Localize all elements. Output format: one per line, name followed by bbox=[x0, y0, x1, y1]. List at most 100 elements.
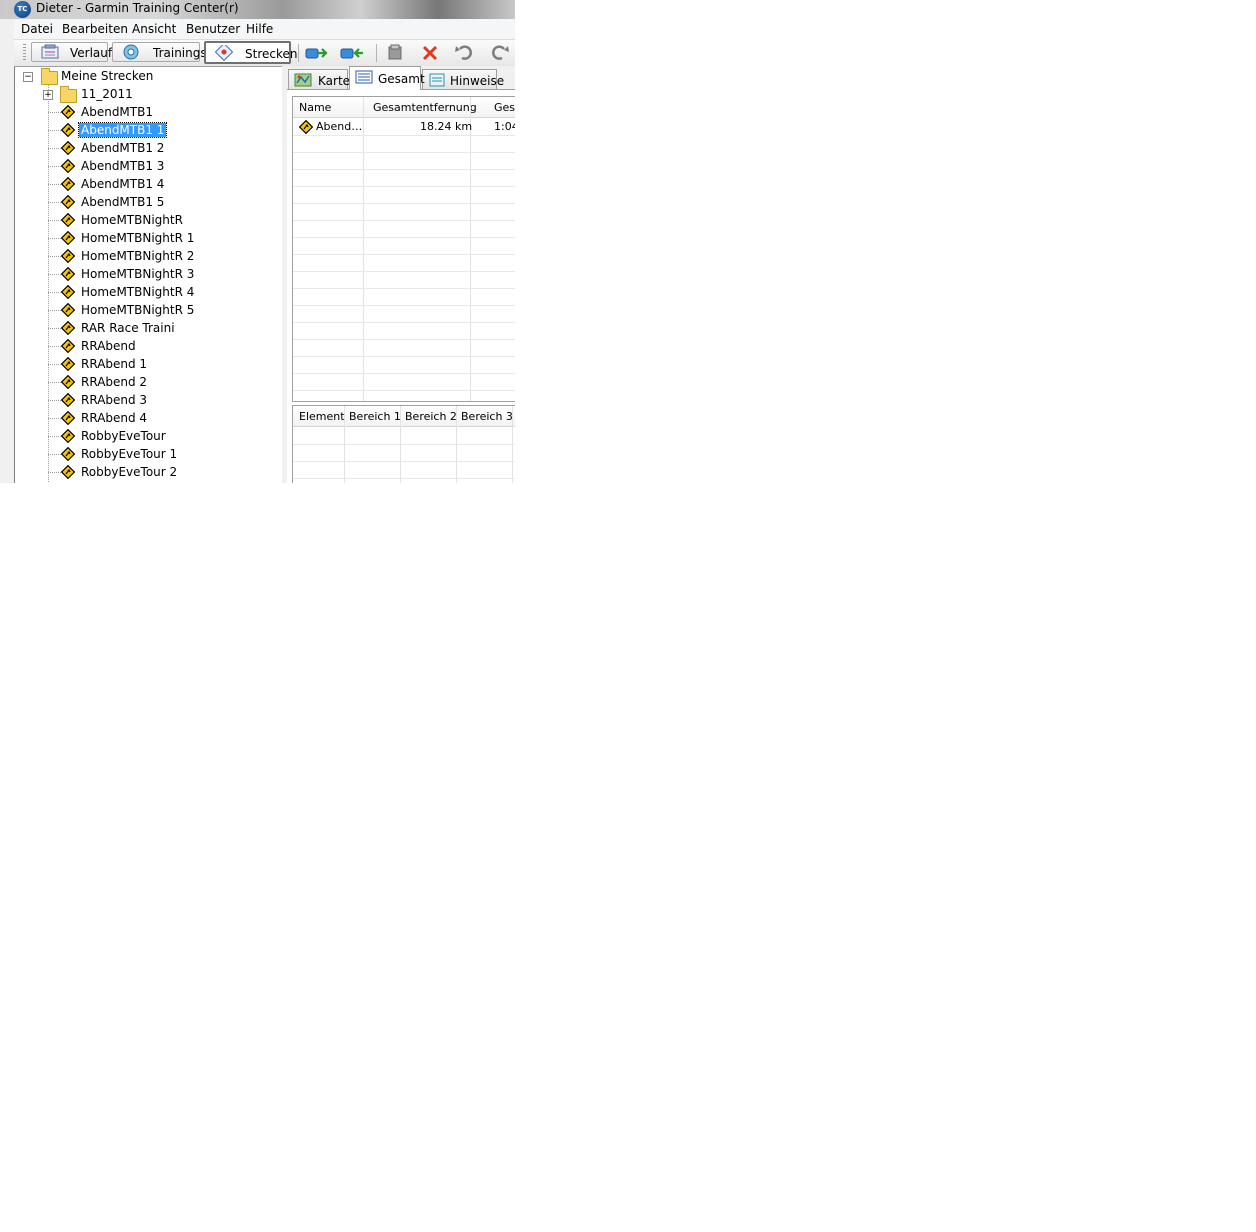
course-icon bbox=[61, 231, 75, 245]
expand-icon[interactable]: + bbox=[43, 90, 53, 100]
tab-content: Name Gesamtentfernung Gesa Abend… 18.24 … bbox=[287, 89, 515, 483]
tree-course-label: RobbyEveTour 1 bbox=[81, 447, 178, 461]
verlauf-button[interactable]: Verlauf bbox=[31, 42, 112, 62]
tree-connector bbox=[48, 220, 62, 221]
tree-course-row[interactable]: RRAbend bbox=[15, 337, 283, 355]
summary-row[interactable]: Abend… 18.24 km 1:04 bbox=[293, 118, 515, 135]
menu-bearbeiten[interactable]: Bearbeiten bbox=[62, 22, 128, 36]
tree-connector bbox=[48, 436, 62, 437]
tree-course-label: AbendMTB1 bbox=[81, 105, 153, 119]
trainings-button[interactable]: Trainings bbox=[112, 42, 207, 62]
tree-course-row[interactable]: AbendMTB1 5 bbox=[15, 193, 283, 211]
tree-course-label: HomeMTBNightR 1 bbox=[81, 231, 195, 245]
tree-connector bbox=[48, 328, 62, 329]
tree-course-row[interactable]: AbendMTB1 2 bbox=[15, 139, 283, 157]
course-icon bbox=[299, 120, 313, 134]
delete-icon[interactable] bbox=[416, 43, 444, 63]
tree-course-row[interactable]: AbendMTB1 4 bbox=[15, 175, 283, 193]
tree-course-row[interactable]: RRAbend 2 bbox=[15, 373, 283, 391]
tree-course-row[interactable]: AbendMTB1 bbox=[15, 103, 283, 121]
print-icon[interactable] bbox=[381, 43, 409, 63]
tab-hinweise[interactable]: Hinweise bbox=[422, 69, 504, 89]
tree-course-label: RRAbend bbox=[81, 339, 136, 353]
menu-hilfe[interactable]: Hilfe bbox=[246, 22, 273, 36]
column-header-name[interactable]: Name bbox=[299, 101, 331, 114]
course-icon bbox=[61, 159, 75, 173]
tree-course-row[interactable]: AbendMTB1 3 bbox=[15, 157, 283, 175]
app-logo-icon: TC bbox=[14, 1, 31, 18]
tree-root-label: Meine Strecken bbox=[61, 69, 154, 83]
tree-course-row[interactable]: HomeMTBNightR 5 bbox=[15, 301, 283, 319]
summary-table[interactable]: Name Gesamtentfernung Gesa Abend… 18.24 … bbox=[292, 96, 515, 402]
column-header-bereich-2[interactable]: Bereich 2 bbox=[405, 410, 457, 423]
tree-course-row[interactable]: RRAbend 4 bbox=[15, 409, 283, 427]
menu-benutzer[interactable]: Benutzer bbox=[186, 22, 240, 36]
tree-connector bbox=[48, 472, 62, 473]
history-icon bbox=[41, 44, 59, 59]
column-header-element[interactable]: Element bbox=[299, 410, 345, 423]
tab-gesamt-label: Gesamt bbox=[378, 72, 425, 86]
table-row-line bbox=[293, 169, 515, 170]
trainings-label: Trainings bbox=[153, 46, 207, 60]
laps-table[interactable]: Element Bereich 1 Bereich 2 Bereich 3 bbox=[292, 405, 515, 483]
receive-from-device-icon[interactable] bbox=[339, 43, 367, 63]
title-bar[interactable]: TC Dieter - Garmin Training Center(r) bbox=[0, 0, 515, 19]
tree-course-label: HomeMTBNightR 3 bbox=[81, 267, 195, 281]
tree-course-row[interactable]: RobbyEveTour 1 bbox=[15, 445, 283, 463]
course-icon bbox=[61, 285, 75, 299]
course-icon bbox=[61, 447, 75, 461]
table-row-line bbox=[293, 339, 515, 340]
tree-course-row[interactable]: HomeMTBNightR 4 bbox=[15, 283, 283, 301]
tree-course-label: RobbyEveTour bbox=[81, 429, 166, 443]
strecken-label: Strecken bbox=[245, 47, 298, 61]
tree-course-row[interactable]: HomeMTBNightR 3 bbox=[15, 265, 283, 283]
course-icon bbox=[61, 375, 75, 389]
tree-root-row[interactable]: − Meine Strecken bbox=[15, 67, 283, 85]
menu-ansicht[interactable]: Ansicht bbox=[132, 22, 176, 36]
folder-icon bbox=[60, 86, 77, 103]
table-row-line bbox=[293, 135, 515, 136]
menu-datei[interactable]: Datei bbox=[21, 22, 53, 36]
tree-course-row[interactable]: RobbyEveTour 2 bbox=[15, 463, 283, 481]
summary-table-header: Name Gesamtentfernung Gesa bbox=[293, 97, 515, 118]
tree-folder-label: 11_2011 bbox=[81, 87, 133, 101]
tab-karte[interactable]: Karte bbox=[288, 69, 350, 89]
tree-course-row[interactable]: AbendMTB1 1 bbox=[15, 121, 283, 139]
tree-course-row[interactable]: HomeMTBNightR 2 bbox=[15, 247, 283, 265]
tree-course-row[interactable]: RRAbend 3 bbox=[15, 391, 283, 409]
send-to-device-icon[interactable] bbox=[304, 43, 332, 63]
tree-course-row[interactable]: RRAbend 1 bbox=[15, 355, 283, 373]
undo-icon[interactable] bbox=[450, 43, 478, 63]
column-header-distance[interactable]: Gesamtentfernung bbox=[373, 101, 477, 114]
table-row-line bbox=[293, 152, 515, 153]
tree-course-row[interactable]: RobbyEveTour bbox=[15, 427, 283, 445]
tree-connector bbox=[48, 364, 62, 365]
courses-icon bbox=[214, 45, 234, 61]
table-row-line bbox=[293, 305, 515, 306]
tree-connector bbox=[48, 256, 62, 257]
toolbar-separator bbox=[298, 44, 299, 62]
summary-cell-time: 1:04 bbox=[494, 120, 515, 133]
tree-course-row[interactable]: HomeMTBNightR bbox=[15, 211, 283, 229]
strecken-button[interactable]: Strecken bbox=[204, 41, 297, 64]
tree-course-label: AbendMTB1 1 bbox=[77, 122, 168, 138]
column-header-bereich-1[interactable]: Bereich 1 bbox=[349, 410, 401, 423]
tab-gesamt[interactable]: Gesamt bbox=[349, 66, 425, 90]
table-row-line bbox=[293, 203, 515, 204]
column-header-time[interactable]: Gesa bbox=[494, 101, 515, 114]
toolbar-grip[interactable] bbox=[23, 44, 26, 62]
tree-connector bbox=[48, 202, 62, 203]
table-row-line bbox=[293, 237, 515, 238]
table-row-line bbox=[293, 356, 515, 357]
tree-connector bbox=[48, 454, 62, 455]
tree-course-row[interactable]: HomeMTBNightR 1 bbox=[15, 229, 283, 247]
column-header-bereich-3[interactable]: Bereich 3 bbox=[461, 410, 513, 423]
table-row-line bbox=[293, 322, 515, 323]
collapse-icon[interactable]: − bbox=[23, 72, 33, 82]
redo-icon[interactable] bbox=[486, 43, 514, 63]
tree-course-row[interactable]: RAR Race Traini bbox=[15, 319, 283, 337]
tree-folder-row[interactable]: + 11_2011 bbox=[15, 85, 283, 103]
list-icon bbox=[355, 70, 373, 84]
courses-tree[interactable]: − Meine Strecken + 11_2011 AbendMTB1 Aben… bbox=[14, 66, 283, 483]
tree-course-label: AbendMTB1 4 bbox=[81, 177, 165, 191]
